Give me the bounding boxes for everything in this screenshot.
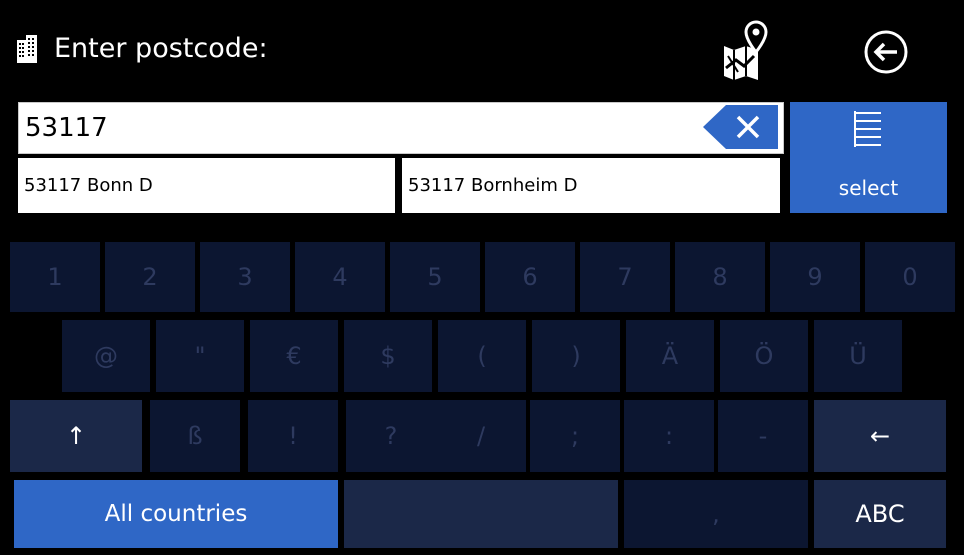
list-icon [854,111,881,147]
abc-key[interactable]: ABC [814,480,946,548]
clear-input-button[interactable] [700,104,780,150]
key-slash: / [436,400,526,472]
key-9: 9 [770,242,860,312]
select-label: select [838,176,899,200]
building-icon [16,34,38,64]
key-2: 2 [105,242,195,312]
key-exclamation: ! [248,400,338,472]
key-1: 1 [10,242,100,312]
key-u-umlaut: Ü [814,320,902,392]
clear-x-icon [703,105,778,149]
key-7: 7 [580,242,670,312]
key-open-paren: ( [438,320,526,392]
postcode-input[interactable] [25,103,695,153]
key-o-umlaut: Ö [720,320,808,392]
key-close-paren: ) [532,320,620,392]
all-countries-button[interactable]: All countries [14,480,338,548]
postcode-field [18,102,784,154]
back-arrow-icon [864,30,908,74]
key-4: 4 [295,242,385,312]
space-key[interactable] [344,480,618,548]
suggestion-item[interactable]: 53117 Bornheim D [402,158,780,213]
key-dollar: $ [344,320,432,392]
back-button[interactable] [858,24,914,80]
key-hyphen: - [718,400,808,472]
key-5: 5 [390,242,480,312]
key-comma: , [624,480,808,548]
key-euro: € [250,320,338,392]
page-title: Enter postcode: [54,33,268,64]
key-a-umlaut: Ä [626,320,714,392]
key-6: 6 [485,242,575,312]
suggestion-item[interactable]: 53117 Bonn D [18,158,395,213]
key-at: @ [62,320,150,392]
map-pin-icon [724,20,768,80]
key-0: 0 [865,242,955,312]
key-quote: " [156,320,244,392]
backspace-key[interactable]: ← [814,400,946,472]
select-button[interactable]: select [790,102,947,213]
shift-key[interactable]: ↑ [10,400,142,472]
key-eszett: ß [150,400,240,472]
key-8: 8 [675,242,765,312]
key-semicolon: ; [530,400,620,472]
key-colon: : [624,400,714,472]
key-question: ? [346,400,436,472]
map-location-button[interactable] [712,16,782,86]
key-3: 3 [200,242,290,312]
